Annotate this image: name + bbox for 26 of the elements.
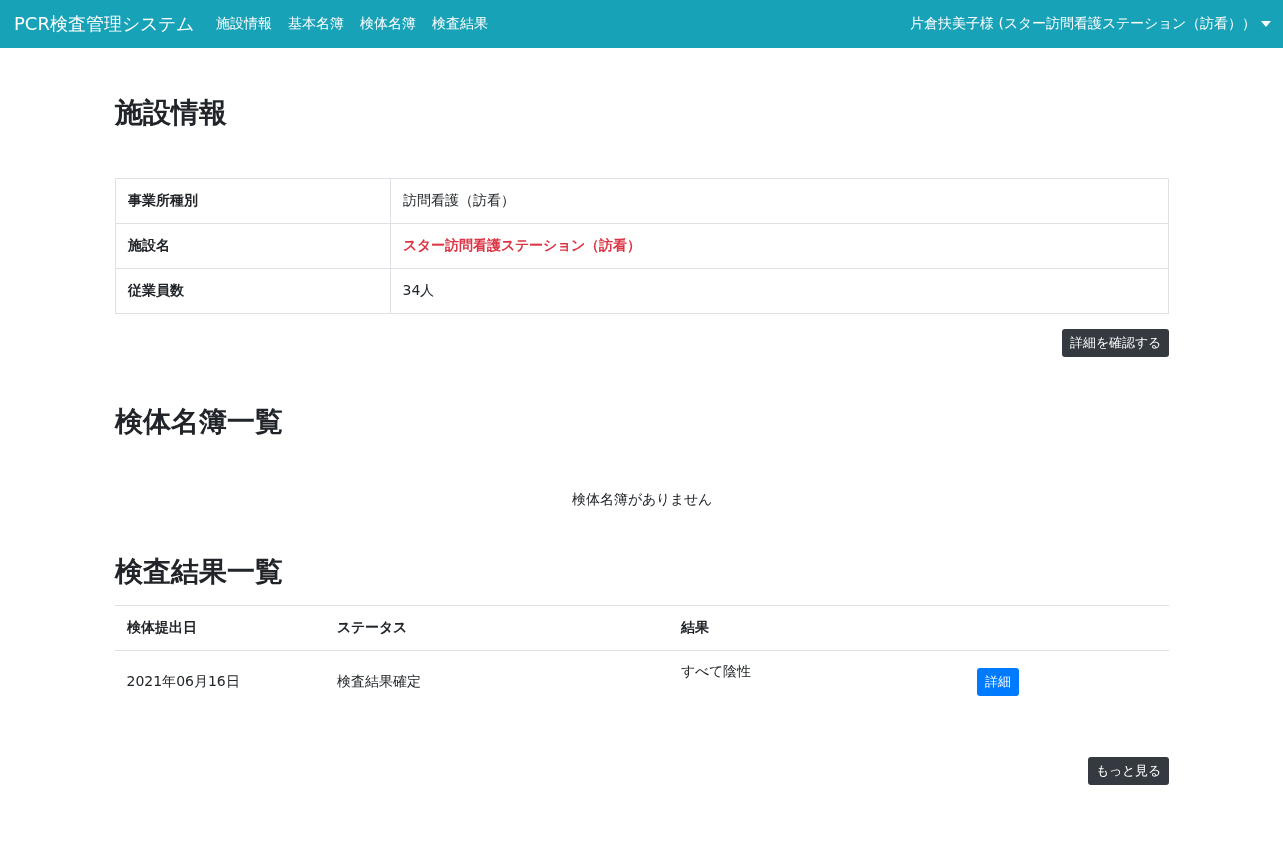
nav-link[interactable]: 検査結果 xyxy=(431,15,488,33)
table-cell: スター訪問看護ステーション（訪看） xyxy=(390,223,1168,269)
section-title: 検査結果一覧 xyxy=(114,554,284,590)
empty-message: 検体名簿がありません xyxy=(570,491,713,509)
section-title: 検体名簿一覧 xyxy=(114,404,284,440)
nav-link[interactable]: 検体名簿 xyxy=(359,15,416,33)
table-cell: 検査結果確定 xyxy=(324,650,669,713)
section-title: 施設情報 xyxy=(114,95,228,131)
nav-link[interactable]: 基本名簿 xyxy=(287,15,344,33)
nav-link[interactable]: 施設情報 xyxy=(215,15,272,33)
user-menu[interactable]: 片倉扶美子様 (スター訪問看護ステーション（訪看）） xyxy=(910,15,1271,33)
table-cell: 2021年06月16日 xyxy=(114,650,325,713)
table-cell: 従業員数 xyxy=(115,268,390,314)
table-cell: 施設名 xyxy=(115,223,390,269)
column-header: 検体提出日 xyxy=(114,605,325,651)
detail-button[interactable]: 詳細 xyxy=(976,668,1019,696)
brand-link[interactable]: PCR検査管理システム xyxy=(14,12,194,36)
table-cell: 訪問看護（訪看） xyxy=(390,178,1168,224)
table-cell: 事業所種別 xyxy=(115,178,390,224)
column-header: ステータス xyxy=(324,605,669,651)
table-cell: すべて陰性 xyxy=(668,650,965,713)
table-cell: 34人 xyxy=(390,268,1168,314)
more-button[interactable]: もっと見る xyxy=(1087,757,1169,785)
details-button[interactable]: 詳細を確認する xyxy=(1061,329,1169,357)
column-header: 結果 xyxy=(668,605,965,651)
caret-icon xyxy=(1261,21,1271,27)
